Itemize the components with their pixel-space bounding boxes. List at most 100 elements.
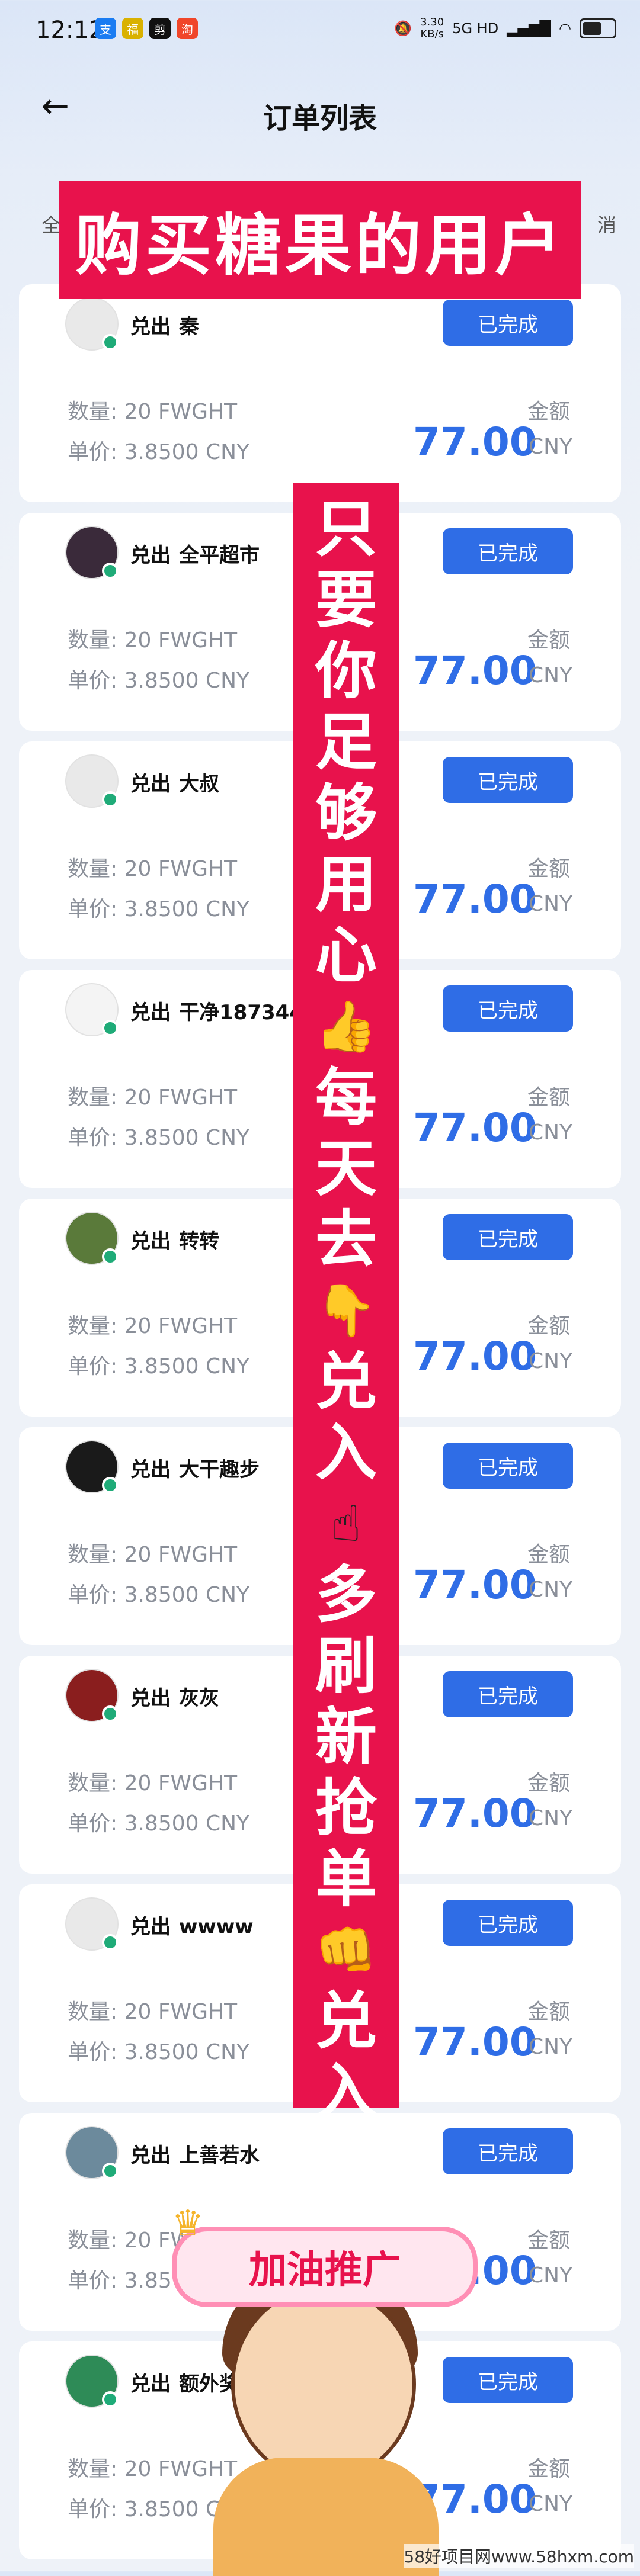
avatar — [65, 1440, 119, 1493]
order-title: 兑出 转转 — [130, 1225, 219, 1254]
status-button[interactable]: 已完成 — [443, 1900, 573, 1946]
avatar — [65, 2126, 119, 2179]
promo-banner-text: 购买糖果的用户 — [75, 207, 565, 284]
order-title: 兑出 干净1873445 — [130, 996, 318, 1025]
avatar — [65, 1212, 119, 1265]
unit-price-text: 单价: 3.85 — [68, 2269, 172, 2293]
currency-label: CNY — [529, 2035, 573, 2059]
status-button[interactable]: 已完成 — [443, 528, 573, 574]
avatar — [65, 526, 119, 579]
online-dot-icon — [102, 1020, 119, 1036]
tab-all[interactable]: 全 — [41, 210, 60, 237]
promo-char: 天 — [315, 1132, 377, 1205]
status-button[interactable]: 已完成 — [443, 1443, 573, 1489]
currency-label: CNY — [529, 1349, 573, 1373]
unit-price-text: 单价: 3.8500 CNY — [68, 1811, 250, 1836]
order-action: 兑出 — [130, 1687, 171, 1710]
user-name: 全平超市 — [179, 544, 260, 567]
order-title: 兑出 灰灰 — [130, 1682, 219, 1711]
vertical-promo-strip: 只要你足够用心 👍 每天去 👇 兑入 ☝ 多刷新抢单 👊 兑入 — [293, 483, 399, 2128]
app-notification-icon: 福 — [122, 18, 143, 39]
currency-label: CNY — [529, 1578, 573, 1602]
currency-label: CNY — [529, 663, 573, 688]
online-dot-icon — [102, 334, 119, 351]
promo-char: 兑 — [315, 1345, 377, 1418]
promo-char: 只 — [315, 492, 377, 565]
promo-char: 入 — [315, 1416, 377, 1489]
quantity-text: 数量: 20 FWGHT — [68, 857, 238, 881]
net-speed-unit: KB/s — [420, 28, 444, 40]
user-name: 大叔 — [179, 772, 219, 796]
amount-value: 77.00 — [413, 876, 537, 922]
promo-char: 兑 — [315, 1984, 377, 2057]
online-dot-icon — [102, 1705, 119, 1722]
order-title: 兑出 上善若水 — [130, 2139, 260, 2168]
tab-cancelled[interactable]: 消 — [597, 210, 616, 237]
currency-label: CNY — [529, 1806, 573, 1830]
unit-price-text: 单价: 3.8500 CNY — [68, 1126, 250, 1150]
avatar — [65, 983, 119, 1036]
wifi-icon: ◠ — [559, 20, 571, 37]
quantity-text: 数量: 20 FWGHT — [68, 1543, 238, 1567]
amount-value: 77.00 — [413, 1562, 537, 1608]
user-name: 转转 — [179, 1229, 219, 1253]
unit-price-text: 单价: 3.8500 CNY — [68, 440, 250, 464]
cheer-sticker: 加油推广 ♛ — [160, 2203, 492, 2576]
online-dot-icon — [102, 2163, 119, 2179]
net-speed-value: 3.30 — [420, 16, 444, 28]
amount-value: 77.00 — [413, 419, 537, 465]
app-notification-icon: 淘 — [177, 18, 198, 39]
quantity-text: 数量: 20 FWGHT — [68, 628, 238, 653]
quantity-text: 数量: 20 FWGHT — [68, 1314, 238, 1338]
order-title: 兑出 大叔 — [130, 767, 219, 796]
promo-char: 用 — [315, 847, 377, 920]
online-dot-icon — [102, 791, 119, 808]
status-button[interactable]: 已完成 — [443, 985, 573, 1032]
status-indicators: 🔕 3.30 KB/s 5G HD ▂▄▆█ ◠ — [394, 17, 616, 40]
order-card[interactable]: 兑出秦已完成 数量: 20 FWGHT 单价: 3.8500 CNY 金额 77.00 C… — [19, 284, 621, 502]
status-button[interactable]: 已完成 — [443, 300, 573, 346]
amount-value: 77.00 — [413, 1334, 537, 1379]
hand-emoji-icon: 👇 — [315, 1281, 377, 1340]
promo-char: 刷 — [315, 1629, 377, 1702]
order-action: 兑出 — [130, 544, 171, 567]
user-name: wwww — [179, 1915, 254, 1939]
top-nav-bar: ← 订单列表 — [0, 71, 640, 148]
online-dot-icon — [102, 1248, 119, 1265]
net-speed: 3.30 KB/s — [420, 17, 444, 40]
order-action: 兑出 — [130, 2144, 171, 2167]
currency-label: CNY — [529, 1120, 573, 1145]
crown-icon: ♛ — [172, 2203, 204, 2244]
order-action: 兑出 — [130, 1229, 171, 1253]
order-title: 兑出 大干趣步 — [130, 1453, 260, 1482]
online-dot-icon — [102, 563, 119, 579]
status-button[interactable]: 已完成 — [443, 2128, 573, 2174]
user-name: 秦 — [179, 315, 199, 339]
hand-emoji-icon: 👊 — [315, 1921, 377, 1979]
order-action: 兑出 — [130, 1915, 171, 1939]
status-button[interactable]: 已完成 — [443, 757, 573, 803]
avatar — [65, 754, 119, 808]
clock: 12:12 — [36, 17, 104, 44]
status-button[interactable]: 已完成 — [443, 1214, 573, 1260]
mute-icon: 🔕 — [394, 20, 412, 37]
promo-char: 足 — [315, 705, 377, 778]
amount-value: 77.00 — [413, 2019, 537, 2065]
amount-value: 77.00 — [413, 1105, 537, 1151]
order-title: 兑出 wwww — [130, 1910, 254, 1939]
sticker-face — [231, 2286, 416, 2482]
promo-char: 够 — [315, 776, 377, 849]
quantity-text: 数量: 20 FWGHT — [68, 1085, 238, 1110]
status-button[interactable]: 已完成 — [443, 1671, 573, 1717]
watermark: 58好项目网www.58hxm.com — [404, 2544, 634, 2568]
app-notification-icon: 支 — [95, 18, 116, 39]
currency-label: CNY — [529, 2492, 573, 2516]
promo-banner: 购买糖果的用户 — [59, 181, 581, 299]
notification-icons: 支福剪淘 — [95, 18, 198, 39]
quantity-text: 数量: 20 FWGHT — [68, 400, 238, 424]
avatar — [65, 1669, 119, 1722]
quantity-text: 数量: 20 FWGHT — [68, 1771, 238, 1796]
app-notification-icon: 剪 — [149, 18, 171, 39]
unit-price-text: 单价: 3.8500 CNY — [68, 2040, 250, 2064]
sticker-text: 加油推广 — [249, 2249, 401, 2292]
